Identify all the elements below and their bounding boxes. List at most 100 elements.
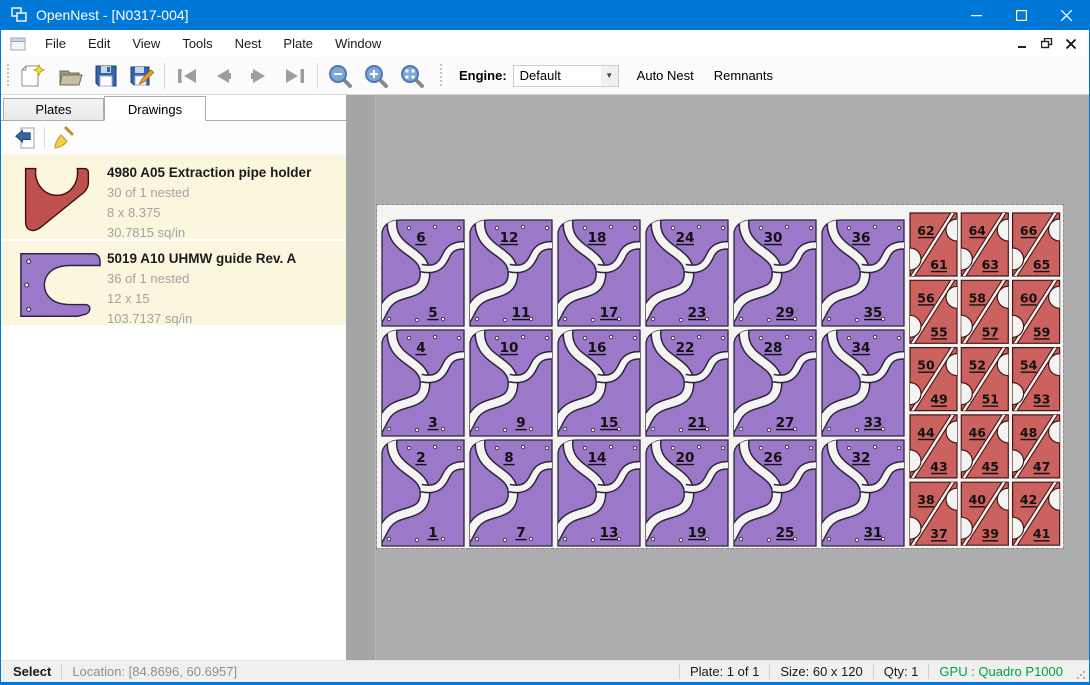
nest-pair-18-17[interactable]: 1817 [551,214,647,326]
drawing-area: 30.7815 sq/in [107,223,311,243]
nest-pair-66-65[interactable]: 6665 [1002,211,1063,277]
toolbar-grip[interactable] [5,64,12,88]
nest-pair-8-7[interactable]: 87 [463,434,559,546]
part-number: 65 [1033,257,1050,272]
nest-pair-46-45[interactable]: 4645 [950,413,1019,479]
nest-pair-24-23[interactable]: 2423 [639,214,735,326]
menu-view[interactable]: View [121,32,171,55]
first-plate-icon[interactable] [169,60,205,92]
open-folder-icon[interactable] [52,60,88,92]
menu-edit[interactable]: Edit [77,32,121,55]
auto-nest-button[interactable]: Auto Nest [627,62,704,89]
nest-pair-14-13[interactable]: 1413 [551,434,647,546]
zoom-out-icon[interactable] [322,60,358,92]
menu-nest[interactable]: Nest [224,32,273,55]
menu-tools[interactable]: Tools [171,32,223,55]
nest-pair-54-53[interactable]: 5453 [1002,346,1063,412]
nest-pair-4-3[interactable]: 43 [377,324,471,436]
drawing-size: 8 x 8.375 [107,203,311,223]
nest-pair-20-19[interactable]: 2019 [639,434,735,546]
drawing-title: 4980 A05 Extraction pipe holder [107,165,311,180]
previous-plate-icon[interactable] [205,60,241,92]
nest-pair-52-51[interactable]: 5251 [950,346,1019,412]
save-icon[interactable] [88,60,124,92]
part-thumbnail-purple [17,249,107,325]
chevron-down-icon[interactable]: ▼ [601,66,618,86]
nest-pair-40-39[interactable]: 4039 [950,480,1019,546]
nest-pair-50-49[interactable]: 5049 [899,346,968,412]
maximize-icon[interactable] [999,0,1044,30]
resize-grip[interactable] [1073,661,1089,683]
part-number: 45 [982,459,999,474]
remnants-button[interactable]: Remnants [704,62,783,89]
menu-file[interactable]: File [34,32,77,55]
close-icon[interactable] [1044,0,1089,30]
part-number: 44 [917,425,935,440]
nest-canvas[interactable]: 6512111817242330293635431091615222128273… [346,95,1089,660]
status-bar: Select Location: [84.8696, 60.6957] Plat… [1,660,1089,682]
engine-select[interactable]: Default ▼ [513,65,619,87]
tab-plates[interactable]: Plates [3,98,104,120]
tab-drawings[interactable]: Drawings [104,96,206,121]
nest-pair-28-27[interactable]: 2827 [727,324,823,436]
part-number: 55 [930,324,947,339]
part-number: 3 [428,415,437,431]
nest-pair-56-55[interactable]: 56 55 [899,278,968,344]
nest-pair-10-9[interactable]: 109 [463,324,559,436]
nest-pair-30-29[interactable]: 3029 [727,214,823,326]
mdi-minimize-icon[interactable] [1011,33,1035,55]
nest-pair-42-41[interactable]: 4241 [1002,480,1063,546]
part-number: 30 [764,230,783,246]
part-number: 24 [676,230,695,246]
part-number: 63 [982,257,999,272]
nest-pair-64-63[interactable]: 6463 [950,211,1019,277]
nest-pair-32-31[interactable]: 3231 [815,434,911,546]
next-plate-icon[interactable] [241,60,277,92]
menu-plate[interactable]: Plate [272,32,324,55]
part-number: 56 [917,290,935,305]
clean-broom-icon[interactable] [50,124,80,152]
menu-window[interactable]: Window [324,32,392,55]
nest-pair-48-47[interactable]: 4847 [1002,413,1063,479]
last-plate-icon[interactable] [277,60,313,92]
part-number: 47 [1033,459,1050,474]
menu-bar: FileEditViewToolsNestPlateWindow [1,30,1089,57]
import-drawing-icon[interactable] [9,124,39,152]
nest-pair-34-33[interactable]: 3433 [815,324,911,436]
document-icon[interactable] [10,37,26,51]
nest-pair-36-35[interactable]: 3635 [815,214,911,326]
nest-pair-12-11[interactable]: 1211 [463,214,559,326]
drawing-size: 12 x 15 [107,289,296,309]
save-as-icon[interactable] [124,60,160,92]
part-number: 12 [500,230,519,246]
zoom-fit-icon[interactable] [394,60,430,92]
list-item[interactable]: 4980 A05 Extraction pipe holder 30 of 1 … [1,155,346,239]
nest-pair-60-59[interactable]: 6059 [1002,278,1063,344]
list-item[interactable]: 5019 A10 UHMW guide Rev. A 36 of 1 neste… [1,241,346,325]
part-number: 33 [864,415,883,431]
nest-pair-22-21[interactable]: 2221 [639,324,735,436]
mdi-restore-icon[interactable] [1035,33,1059,55]
nest-pair-58-57[interactable]: 5857 [950,278,1019,344]
minimize-icon[interactable] [954,0,999,30]
part-number: 27 [776,415,795,431]
nest-pair-44-43[interactable]: 4443 [899,413,968,479]
nest-pair-16-15[interactable]: 1615 [551,324,647,436]
status-location: Location: [84.8696, 60.6957] [62,664,247,679]
nest-pair-26-25[interactable]: 2625 [727,434,823,546]
part-number: 36 [852,230,871,246]
part-number: 14 [588,450,607,466]
zoom-in-icon[interactable] [358,60,394,92]
nest-pair-38-37[interactable]: 3837 [899,480,968,546]
nest-pair-62-61[interactable]: 6261 [899,211,968,277]
part-number: 1 [428,525,437,541]
plate-sheet[interactable]: 6512111817242330293635431091615222128273… [377,205,1063,548]
nest-pair-2-1[interactable]: 21 [377,434,471,546]
mdi-close-icon[interactable] [1059,33,1083,55]
status-size: Size: 60 x 120 [770,664,872,679]
new-document-icon[interactable] [16,60,52,92]
part-number: 25 [776,525,795,541]
engine-toolbar-grip[interactable] [438,64,445,88]
part-number: 2 [416,450,425,466]
nest-pair-6-5[interactable]: 65 [377,214,471,326]
